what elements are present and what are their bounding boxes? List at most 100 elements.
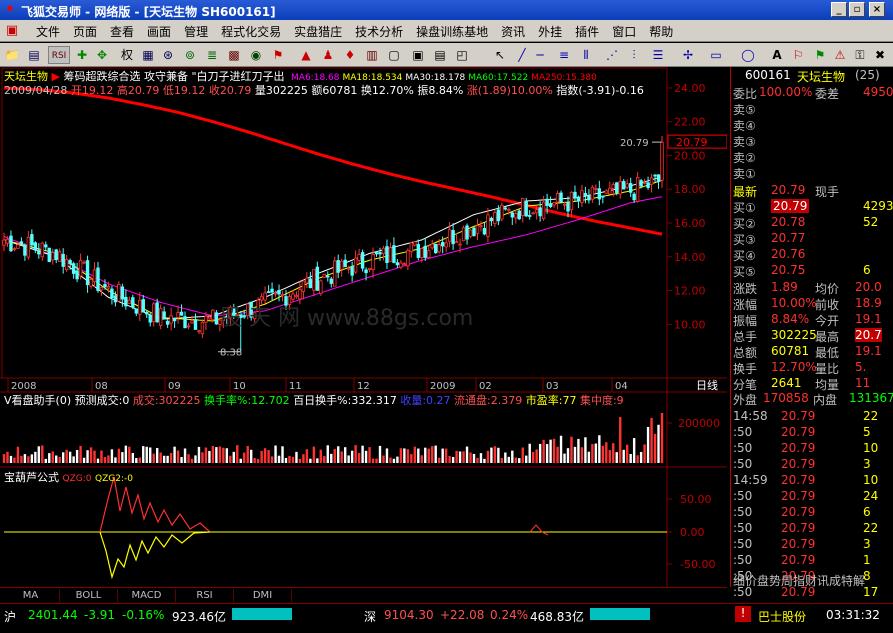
tick-price-7: 20.79 [781,521,816,535]
menu-item-10[interactable]: 外挂 [538,23,562,40]
menu-item-12[interactable]: 窗口 [612,23,636,40]
stat-value-b-5: 5. [855,360,867,374]
alert-icon[interactable]: ! [735,606,751,622]
menu-item-9[interactable]: 资讯 [501,23,525,40]
candle-body-93 [326,275,330,278]
open-icon[interactable]: 📁 [4,46,20,64]
vol-indicator-name: V看盘助手(0) [4,394,72,407]
indicator-tabs: MA BOLL MACD RSI DMI [0,587,727,602]
delete-icon[interactable]: ✖ [872,46,888,64]
kline-chart[interactable]: 24.00 22.00 20.00 18.00 16.00 14.00 12.00 10.00… [0,67,727,587]
move-icon[interactable]: ✥ [94,46,110,64]
cursor-icon[interactable]: ↖ [492,46,508,64]
tab-rsi[interactable]: RSI [176,589,234,602]
candle-body-48 [169,315,173,324]
rsi-button[interactable]: RSI [48,46,70,64]
cycle-icon[interactable]: ⊛ [160,46,176,64]
menu-item-11[interactable]: 插件 [575,23,599,40]
price-axis-label-2: 20.00 [674,149,706,162]
fuquan-button[interactable]: 权 [116,46,138,64]
rect-tool-icon[interactable]: ▭ [708,46,724,64]
menu-item-13[interactable]: 帮助 [649,23,673,40]
volume-bar-31 [110,449,114,463]
menu-item-5[interactable]: 程式化交易 [221,23,281,40]
fib-tool-icon[interactable]: ☰ [650,46,666,64]
flag-icon[interactable]: ⚑ [270,46,286,64]
tick-vol-5: 24 [863,489,879,503]
target-icon[interactable]: ◉ [248,46,264,64]
candle-body-34 [120,286,125,300]
chart-icon[interactable]: ▤ [26,46,42,64]
latest-value: 20.79 [771,183,806,197]
quote-bottom-tabs-text: 细价盘势周指财讯成特解 [733,574,866,588]
text-tool-button[interactable]: A [770,46,784,64]
tick-vol-7: 22 [863,521,879,535]
bars-icon[interactable]: ▥ [364,46,380,64]
bookmark-icon[interactable]: ▩ [226,46,242,64]
tab-dmi[interactable]: DMI [234,589,292,602]
volume-bar-149 [521,447,524,463]
ticker-name[interactable]: 巴士股份 [758,608,806,625]
line-tool-icon[interactable]: ╱ [514,46,530,64]
candle-body-146 [510,212,514,218]
warning-icon[interactable]: ▲ [298,46,314,64]
menu-item-2[interactable]: 查看 [110,23,134,40]
window4-icon[interactable]: ◰ [454,46,470,64]
period-label: 日线 [696,378,718,392]
window-icon[interactable]: ▢ [386,46,402,64]
tab-boll[interactable]: BOLL [60,589,118,602]
money-icon[interactable]: ⊚ [182,46,198,64]
candle-body-80 [280,293,285,296]
tick-time-9: :50 [733,553,753,567]
menu-item-7[interactable]: 技术分析 [355,23,403,40]
window3-icon[interactable]: ▤ [432,46,448,64]
mark3-tool-icon[interactable]: ⚠ [832,46,848,64]
minimize-button[interactable]: _ [831,2,847,17]
menu-item-4[interactable]: 管理 [184,23,208,40]
volume-bar-24 [86,450,89,463]
volume-bar-188 [657,424,660,463]
document-icon[interactable]: ▣ [4,23,20,39]
gann-tool-icon[interactable]: ⫶ [626,46,642,64]
candle-body-108 [378,252,382,255]
mark2-tool-icon[interactable]: ⚑ [812,46,828,64]
grid-icon[interactable]: ▦ [140,46,156,64]
tab-macd[interactable]: MACD [118,589,176,602]
candle-body-150 [524,200,528,217]
buy-price-3: 20.76 [771,247,806,261]
menu-item-8[interactable]: 操盘训练基地 [416,23,488,40]
candle-body-26 [92,269,97,283]
list-icon[interactable]: ≣ [204,46,220,64]
cross-tool-icon[interactable]: ✢ [680,46,696,64]
candle-body-157 [548,203,553,208]
tab-ma[interactable]: MA [2,589,60,602]
volume-bar-11 [41,445,44,463]
menu-item-0[interactable]: 文件 [36,23,60,40]
menu-item-6[interactable]: 实盘猎庄 [294,23,342,40]
circle-tool-icon[interactable]: ◯ [740,46,756,64]
mark-tool-icon[interactable]: ⚐ [790,46,806,64]
window2-icon[interactable]: ▣ [410,46,426,64]
lock-icon[interactable]: ⚿ [852,46,868,64]
volume-bar-3 [13,457,16,463]
candle-body-11 [40,242,44,258]
tick-time-1: :50 [733,425,753,439]
menu-item-3[interactable]: 画面 [147,23,171,40]
formula-axis-label-0: 50.00 [680,493,712,506]
chart-area[interactable]: 24.00 22.00 20.00 18.00 16.00 14.00 12.00 10.00… [0,67,727,587]
channel-tool-icon[interactable]: ≡ [556,46,572,64]
volume-bar-152 [531,451,535,463]
fan-tool-icon[interactable]: ⋰ [604,46,620,64]
vlines-tool-icon[interactable]: ⦀ [578,46,594,64]
hline-tool-icon[interactable]: ─ [532,46,548,64]
candle-body-27 [96,267,100,291]
alarm-icon[interactable]: ♦ [342,46,358,64]
tick-price-6: 20.79 [781,505,816,519]
volume-bar-43 [152,453,155,463]
add-icon[interactable]: ✚ [74,46,90,64]
waipan-row: 外盘 170858 内盘 131367 [731,391,893,407]
menu-item-1[interactable]: 页面 [73,23,97,40]
close-button[interactable]: × [869,2,885,17]
restore-button[interactable]: ▫ [849,2,865,17]
people-icon[interactable]: ♟ [320,46,336,64]
